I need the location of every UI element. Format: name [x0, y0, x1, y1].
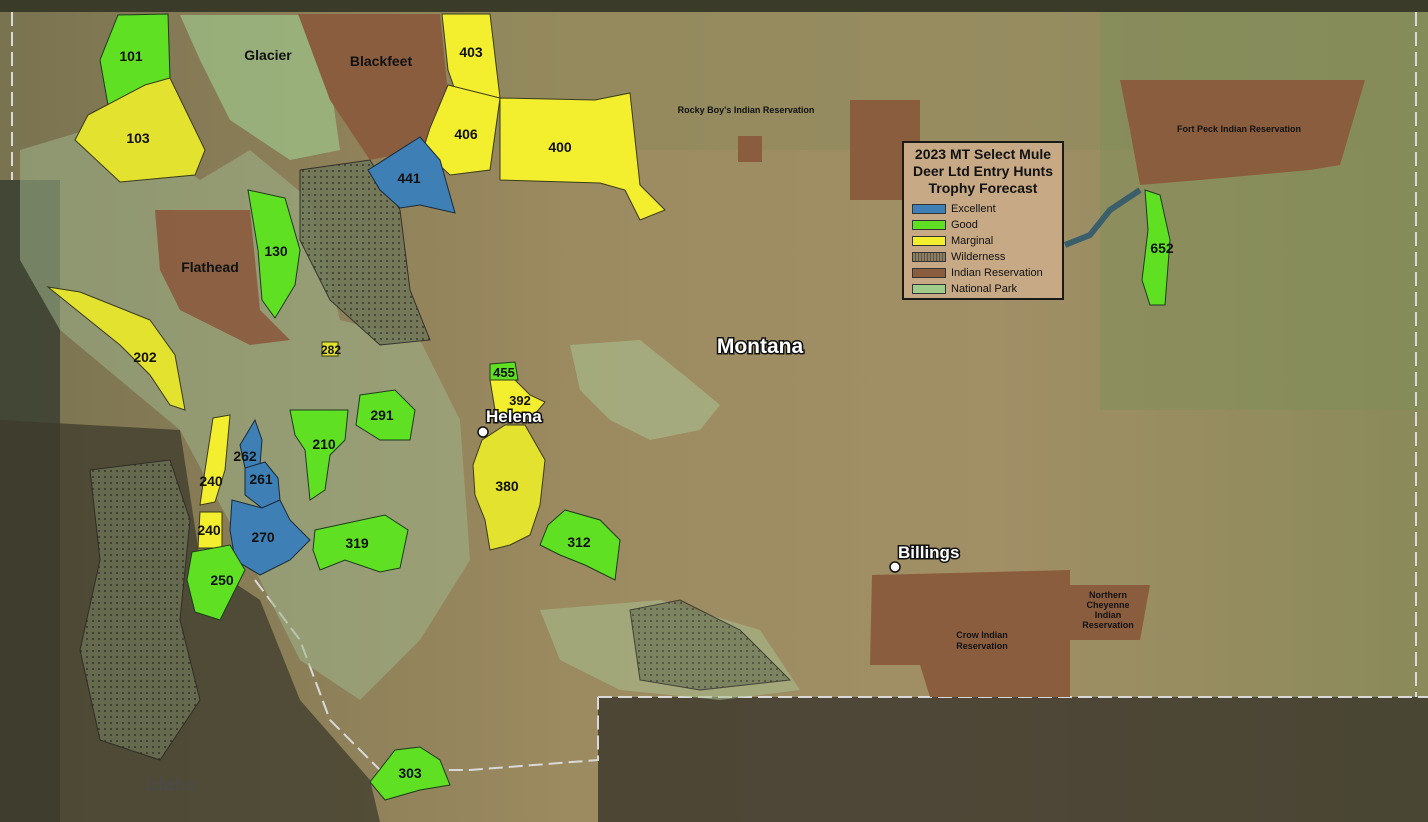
legend-title-line3: Trophy Forecast — [928, 180, 1038, 196]
fort-peck-label: Fort Peck Indian Reservation — [1177, 124, 1301, 134]
district-label-400: 400 — [548, 139, 572, 155]
rocky-boy-small-parcel — [738, 136, 762, 162]
map-legend: 2023 MT Select Mule Deer Ltd Entry Hunts… — [902, 141, 1064, 300]
legend-label-marginal: Marginal — [951, 235, 994, 247]
legend-item-indian-reservation: Indian Reservation — [912, 265, 1062, 281]
district-label-103: 103 — [126, 130, 150, 146]
legend-item-excellent: Excellent — [912, 201, 1062, 217]
legend-swatch-marginal — [912, 236, 946, 246]
canada-region — [0, 0, 1428, 12]
district-label-240-north: 240 — [199, 473, 223, 489]
northern-cheyenne-label-line1: Northern — [1089, 590, 1127, 600]
legend-label-indian-reservation: Indian Reservation — [951, 267, 1043, 279]
legend-swatch-good — [912, 220, 946, 230]
district-label-380: 380 — [495, 478, 519, 494]
billings-city-marker — [889, 561, 901, 573]
district-label-282: 282 — [321, 343, 341, 357]
legend-item-national-park: National Park — [912, 281, 1062, 297]
legend-item-good: Good — [912, 217, 1062, 233]
district-label-270: 270 — [251, 529, 275, 545]
crow-label-line2: Reservation — [956, 641, 1008, 651]
legend-title-line2: Deer Ltd Entry Hunts — [912, 163, 1053, 179]
district-label-441: 441 — [397, 170, 421, 186]
district-label-392: 392 — [509, 393, 531, 408]
rocky-boy-label: Rocky Boy's Indian Reservation — [678, 105, 815, 115]
wyoming-region — [598, 697, 1428, 822]
state-label-idaho: Idaho — [147, 775, 198, 796]
northern-cheyenne-label-line3: Indian — [1095, 610, 1122, 620]
flathead-label: Flathead — [181, 259, 239, 275]
state-label-montana: Montana — [717, 335, 804, 358]
district-label-303: 303 — [398, 765, 422, 781]
legend-item-wilderness: Wilderness — [912, 249, 1062, 265]
legend-swatch-indian-reservation — [912, 268, 946, 278]
billings-city-label: Billings — [898, 543, 959, 562]
district-label-261: 261 — [249, 471, 273, 487]
district-label-406: 406 — [454, 126, 478, 142]
district-label-403: 403 — [459, 44, 483, 60]
district-label-455: 455 — [493, 365, 515, 380]
legend-item-marginal: Marginal — [912, 233, 1062, 249]
legend-title: 2023 MT Select Mule Deer Ltd Entry Hunts… — [904, 143, 1062, 197]
legend-label-good: Good — [951, 219, 978, 231]
district-label-319: 319 — [345, 535, 369, 551]
legend-swatch-excellent — [912, 204, 946, 214]
district-label-202: 202 — [133, 349, 157, 365]
helena-city-label: Helena — [486, 407, 542, 426]
northern-cheyenne-label-line2: Cheyenne — [1086, 600, 1129, 610]
district-label-291: 291 — [370, 407, 394, 423]
district-label-262: 262 — [233, 448, 257, 464]
crow-label-line1: Crow Indian — [956, 630, 1008, 640]
district-label-210: 210 — [312, 436, 336, 452]
legend-swatch-wilderness — [912, 252, 946, 262]
district-label-652: 652 — [1150, 240, 1174, 256]
district-label-130: 130 — [264, 243, 288, 259]
hunting-district-map: 101 103 403 406 400 441 130 202 282 455 … — [0, 0, 1428, 822]
glacier-label: Glacier — [244, 47, 292, 63]
legend-label-wilderness: Wilderness — [951, 251, 1006, 263]
district-label-312: 312 — [567, 534, 591, 550]
legend-swatch-national-park — [912, 284, 946, 294]
legend-label-national-park: National Park — [951, 283, 1018, 295]
blackfeet-label: Blackfeet — [350, 53, 413, 69]
legend-title-line1: 2023 MT Select Mule — [914, 146, 1052, 162]
district-label-101: 101 — [119, 48, 143, 64]
northern-cheyenne-label-line4: Reservation — [1082, 620, 1134, 630]
district-label-250: 250 — [210, 572, 234, 588]
helena-city-marker — [477, 426, 489, 438]
legend-label-excellent: Excellent — [951, 203, 996, 215]
district-label-240-south: 240 — [197, 522, 221, 538]
